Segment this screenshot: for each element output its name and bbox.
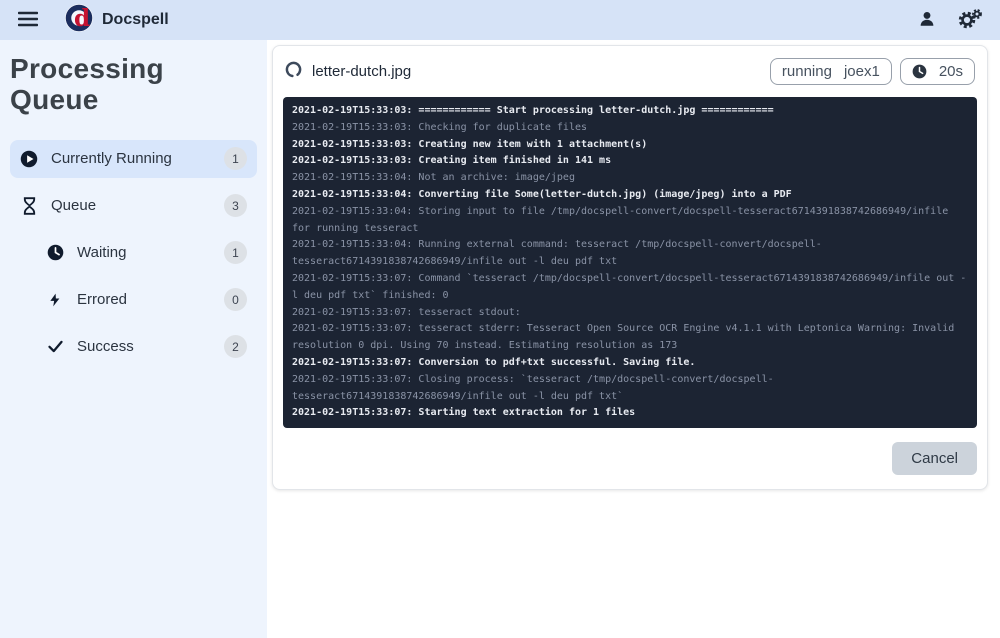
spinner-icon bbox=[285, 61, 302, 83]
play-circle-icon bbox=[20, 150, 38, 168]
log-line: 2021-02-19T15:33:03: Checking for duplic… bbox=[292, 121, 588, 133]
log-line: 2021-02-19T15:33:07: tesseract stderr: T… bbox=[292, 323, 961, 352]
user-icon bbox=[918, 10, 936, 31]
bolt-icon bbox=[46, 291, 64, 309]
sidebar-item-label: Queue bbox=[51, 197, 97, 215]
sidebar-item-label: Waiting bbox=[77, 244, 127, 262]
log-line: 2021-02-19T15:33:03: Creating new item w… bbox=[292, 138, 648, 150]
menu-button[interactable] bbox=[14, 7, 42, 34]
sidebar-item-label: Currently Running bbox=[51, 150, 172, 168]
sidebar-item-label: Errored bbox=[77, 291, 128, 309]
job-runtime-label: 20s bbox=[938, 63, 963, 80]
main-content: letter-dutch.jpg running joex1 20s 2021-… bbox=[267, 40, 1000, 638]
log-line: 2021-02-19T15:33:03: ============ Start … bbox=[292, 105, 774, 116]
clock-icon bbox=[912, 64, 927, 79]
log-line: 2021-02-19T15:33:07: Starting text extra… bbox=[292, 407, 636, 419]
topbar: d Docspell bbox=[0, 0, 1000, 40]
sidebar-item-success[interactable]: Success 2 bbox=[10, 328, 257, 366]
log-line: 2021-02-19T15:33:07: Conversion to pdf+t… bbox=[292, 356, 696, 368]
svg-text:d: d bbox=[74, 5, 90, 32]
job-card-header: letter-dutch.jpg running joex1 20s bbox=[283, 54, 977, 97]
log-line: 2021-02-19T15:33:04: Running external co… bbox=[292, 239, 822, 268]
account-button[interactable] bbox=[914, 6, 940, 35]
page-title: Processing Queue bbox=[10, 53, 164, 115]
job-log: 2021-02-19T15:33:03: ============ Start … bbox=[283, 97, 977, 429]
cancel-button[interactable]: Cancel bbox=[892, 442, 977, 476]
sidebar-item-waiting[interactable]: Waiting 1 bbox=[10, 234, 257, 272]
topbar-actions bbox=[914, 5, 986, 36]
sidebar-item-label: Success bbox=[77, 338, 134, 356]
count-badge: 1 bbox=[224, 147, 247, 171]
job-state-badge[interactable]: running joex1 bbox=[769, 58, 892, 85]
log-line: 2021-02-19T15:33:04: Converting file Som… bbox=[292, 188, 792, 200]
check-icon bbox=[46, 338, 64, 356]
job-badges: running joex1 20s bbox=[769, 58, 975, 85]
cogs-icon bbox=[958, 8, 982, 32]
hourglass-icon bbox=[20, 196, 38, 215]
job-filename: letter-dutch.jpg bbox=[312, 63, 412, 80]
sidebar-item-currently-running[interactable]: Currently Running 1 bbox=[10, 139, 257, 178]
job-card: letter-dutch.jpg running joex1 20s 2021-… bbox=[272, 45, 988, 491]
count-badge: 0 bbox=[224, 288, 247, 312]
job-worker-label: joex1 bbox=[843, 63, 880, 80]
brand-link[interactable]: d Docspell bbox=[64, 3, 169, 38]
hamburger-icon bbox=[17, 11, 39, 30]
job-card-footer: Cancel bbox=[283, 428, 977, 479]
log-line: 2021-02-19T15:33:07: tesseract stdout: bbox=[292, 306, 521, 318]
count-badge: 1 bbox=[224, 241, 247, 265]
settings-button[interactable] bbox=[954, 5, 986, 36]
count-badge: 3 bbox=[224, 194, 247, 218]
docspell-logo-icon: d bbox=[64, 3, 94, 38]
job-state-label: running bbox=[781, 63, 832, 80]
log-line: 2021-02-19T15:33:03: Creating item finis… bbox=[292, 155, 612, 167]
sidebar-item-queue[interactable]: Queue 3 bbox=[10, 187, 257, 225]
count-badge: 2 bbox=[224, 335, 247, 359]
clock-icon bbox=[46, 244, 64, 262]
log-line: 2021-02-19T15:33:07: Closing process: `t… bbox=[292, 373, 774, 402]
sidebar-nav: Currently Running 1 Queue 3 Waiting 1 Er… bbox=[10, 139, 257, 366]
log-line: 2021-02-19T15:33:04: Not an archive: ima… bbox=[292, 172, 575, 184]
brand-name: Docspell bbox=[102, 11, 169, 28]
log-line: 2021-02-19T15:33:04: Storing input to fi… bbox=[292, 205, 955, 234]
job-runtime-badge[interactable]: 20s bbox=[899, 58, 975, 85]
sidebar: Processing Queue Currently Running 1 Que… bbox=[0, 40, 267, 638]
log-line: 2021-02-19T15:33:07: Command `tesseract … bbox=[292, 272, 967, 301]
sidebar-item-errored[interactable]: Errored 0 bbox=[10, 281, 257, 319]
